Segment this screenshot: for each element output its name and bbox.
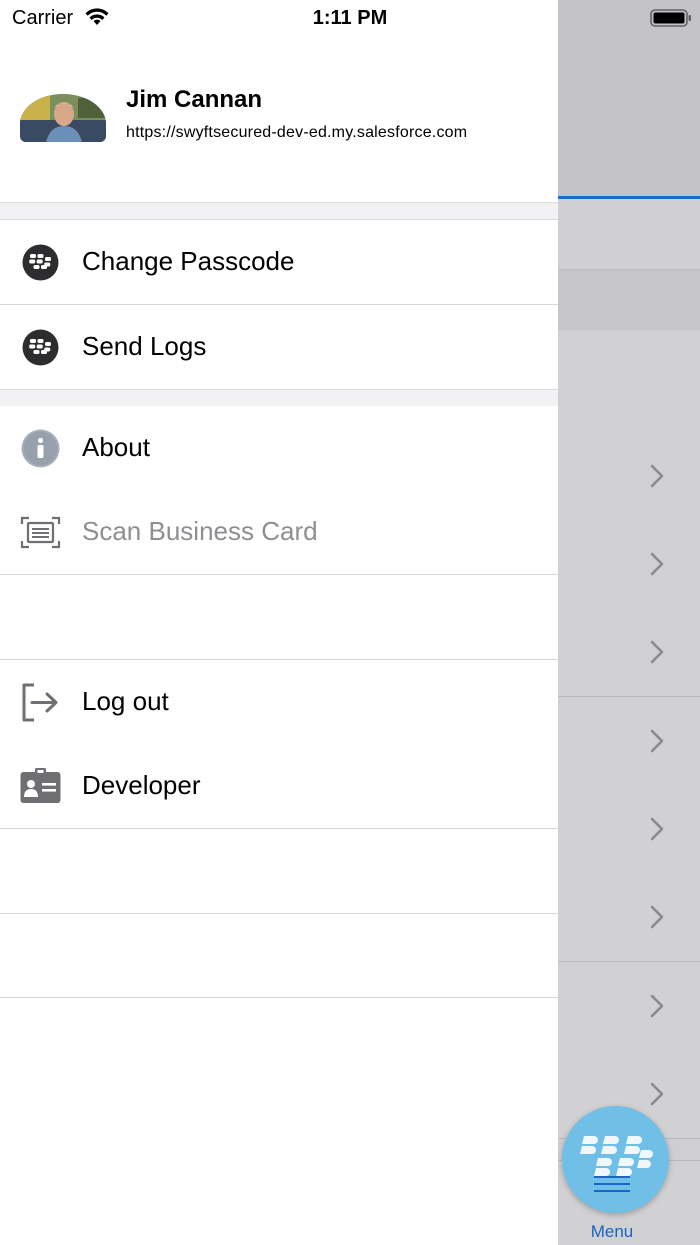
menu-item-send-logs[interactable]: Send Logs [0,305,558,390]
profile-header: Jim Cannan https://swyftsecured-dev-ed.m… [0,36,558,202]
background-app [558,0,700,1245]
background-list-row[interactable] [558,873,700,962]
background-list-row[interactable] [558,608,700,697]
user-name: Jim Cannan [126,86,263,113]
menu-item-change-passcode[interactable]: Change Passcode [0,220,558,305]
empty-row [0,575,558,660]
empty-row [0,913,558,998]
blackberry-logo-icon [580,1136,653,1192]
side-drawer: Jim Cannan https://swyftsecured-dev-ed.m… [0,0,558,1244]
background-band [558,199,700,270]
blackberry-icon [22,244,59,281]
developer-label: Developer [82,770,201,800]
about-label: About [82,432,150,462]
avatar[interactable] [20,94,106,142]
menu-item-log-out[interactable]: Log out [0,660,558,745]
scan-card-icon [20,516,61,549]
log-out-label: Log out [82,686,169,716]
chevron-right-icon [650,552,664,576]
background-list-row[interactable] [558,962,700,1051]
chevron-right-icon [650,640,664,664]
status-bar: Carrier 1:11 PM [0,0,700,36]
background-list-row[interactable] [558,697,700,786]
instance-url: https://swyftsecured-dev-ed.my.salesforc… [126,124,468,141]
section-separator [0,202,558,220]
section-separator [0,389,558,407]
hamburger-icon [594,1176,630,1192]
chevron-right-icon [650,817,664,841]
chevron-right-icon [650,1082,664,1106]
blackberry-menu-button[interactable] [562,1106,669,1213]
chevron-right-icon [650,905,664,929]
logout-icon [22,683,58,722]
chevron-right-icon [650,994,664,1018]
clock: 1:11 PM [312,7,388,29]
info-icon [21,429,60,468]
menu-item-developer[interactable]: Developer [0,744,558,829]
blackberry-icon [22,329,59,366]
menu-item-scan-business-card[interactable]: Scan Business Card [0,490,558,575]
chevron-right-icon [650,729,664,753]
avatar-photo [20,94,106,142]
send-logs-label: Send Logs [82,331,207,361]
change-passcode-label: Change Passcode [82,246,295,276]
background-list-row[interactable] [558,785,700,874]
background-list-row[interactable] [558,520,700,609]
id-card-icon [20,768,61,803]
chevron-right-icon [650,464,664,488]
background-band [558,330,700,433]
battery-icon [650,9,691,27]
scan-business-card-label: Scan Business Card [82,516,318,546]
empty-row [0,829,558,914]
background-list-row[interactable] [558,432,700,521]
background-band [558,270,700,330]
menu-label[interactable]: Menu [560,1222,664,1242]
menu-item-about[interactable]: About [0,406,558,491]
